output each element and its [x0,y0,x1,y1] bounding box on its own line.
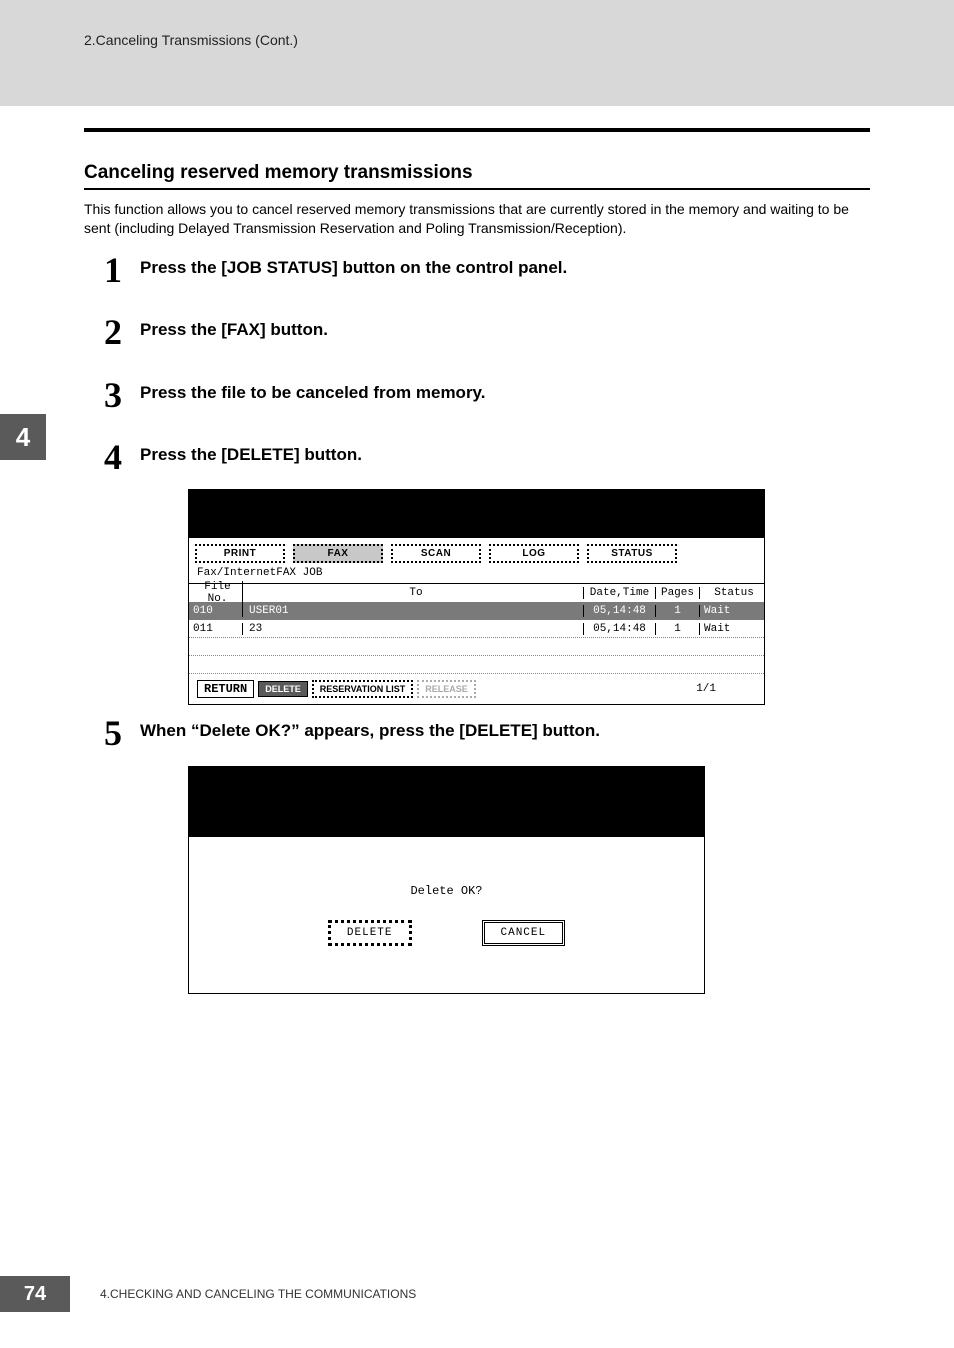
section-title: Canceling reserved memory transmissions [84,162,870,184]
tab-log[interactable]: LOG [489,544,579,563]
breadcrumb: 2.Canceling Transmissions (Cont.) [84,32,954,48]
tab-fax[interactable]: FAX [293,544,383,563]
step-text: Press the [JOB STATUS] button on the con… [140,254,567,278]
step-3: 3 Press the file to be canceled from mem… [104,379,870,411]
table-row[interactable]: 010 USER01 05,14:48 1 Wait [189,602,764,620]
cell-pages: 1 [656,605,700,617]
job-status-screen: PRINT FAX SCAN LOG STATUS Fax/InternetFA… [188,489,870,705]
screen-buttons: RETURN DELETE RESERVATION LIST RELEASE 1… [189,674,764,704]
col-datetime: Date,Time [584,587,656,599]
screen-subtitle: Fax/InternetFAX JOB [189,565,764,583]
job-table: File No. To Date,Time Pages Status 010 U… [189,583,764,674]
release-button[interactable]: RELEASE [417,680,476,698]
table-row-empty [189,638,764,656]
step-text: Press the file to be canceled from memor… [140,379,485,403]
step-text: Press the [DELETE] button. [140,441,362,465]
cell-file: 011 [189,623,243,635]
heavy-rule [84,128,870,132]
cell-file: 010 [189,605,243,617]
step-text: When “Delete OK?” appears, press the [DE… [140,717,600,741]
cell-status: Wait [700,623,764,635]
screen-titlebar [189,767,704,837]
side-chapter-tab: 4 [0,414,46,460]
reservation-list-button[interactable]: RESERVATION LIST [312,680,414,698]
step-number: 4 [104,441,128,473]
step-number: 1 [104,254,128,286]
step-number: 2 [104,316,128,348]
step-2: 2 Press the [FAX] button. [104,316,870,348]
table-header: File No. To Date,Time Pages Status [189,584,764,602]
step-1: 1 Press the [JOB STATUS] button on the c… [104,254,870,286]
cell-status: Wait [700,605,764,617]
return-button[interactable]: RETURN [197,680,254,698]
step-4: 4 Press the [DELETE] button. [104,441,870,473]
delete-button[interactable]: DELETE [258,681,308,697]
confirm-cancel-button[interactable]: CANCEL [482,920,566,946]
cell-to: USER01 [243,605,584,617]
tab-print[interactable]: PRINT [195,544,285,563]
table-row[interactable]: 011 23 05,14:48 1 Wait [189,620,764,638]
col-pages: Pages [656,587,700,599]
section-intro: This function allows you to cancel reser… [84,200,870,238]
col-status: Status [700,587,764,599]
screen-titlebar [189,490,764,538]
cell-datetime: 05,14:48 [584,623,656,635]
cell-datetime: 05,14:48 [584,605,656,617]
cell-pages: 1 [656,623,700,635]
page-footer: 74 4.CHECKING AND CANCELING THE COMMUNIC… [0,1276,954,1312]
table-row-empty [189,656,764,674]
step-5: 5 When “Delete OK?” appears, press the [… [104,717,870,749]
cell-to: 23 [243,623,584,635]
step-text: Press the [FAX] button. [140,316,328,340]
confirm-prompt: Delete OK? [410,884,482,898]
col-file: File No. [189,581,243,605]
delete-confirm-screen: Delete OK? DELETE CANCEL [188,766,870,994]
page-number: 74 [0,1276,70,1312]
tab-status[interactable]: STATUS [587,544,677,563]
col-to: To [243,587,584,599]
tabs-row: PRINT FAX SCAN LOG STATUS [189,538,764,565]
confirm-delete-button[interactable]: DELETE [328,920,412,946]
page-indicator: 1/1 [696,683,756,695]
page-header: 2.Canceling Transmissions (Cont.) [0,0,954,106]
step-number: 5 [104,717,128,749]
step-number: 3 [104,379,128,411]
chapter-reference: 4.CHECKING AND CANCELING THE COMMUNICATI… [100,1287,416,1301]
thin-rule [84,188,870,190]
tab-scan[interactable]: SCAN [391,544,481,563]
